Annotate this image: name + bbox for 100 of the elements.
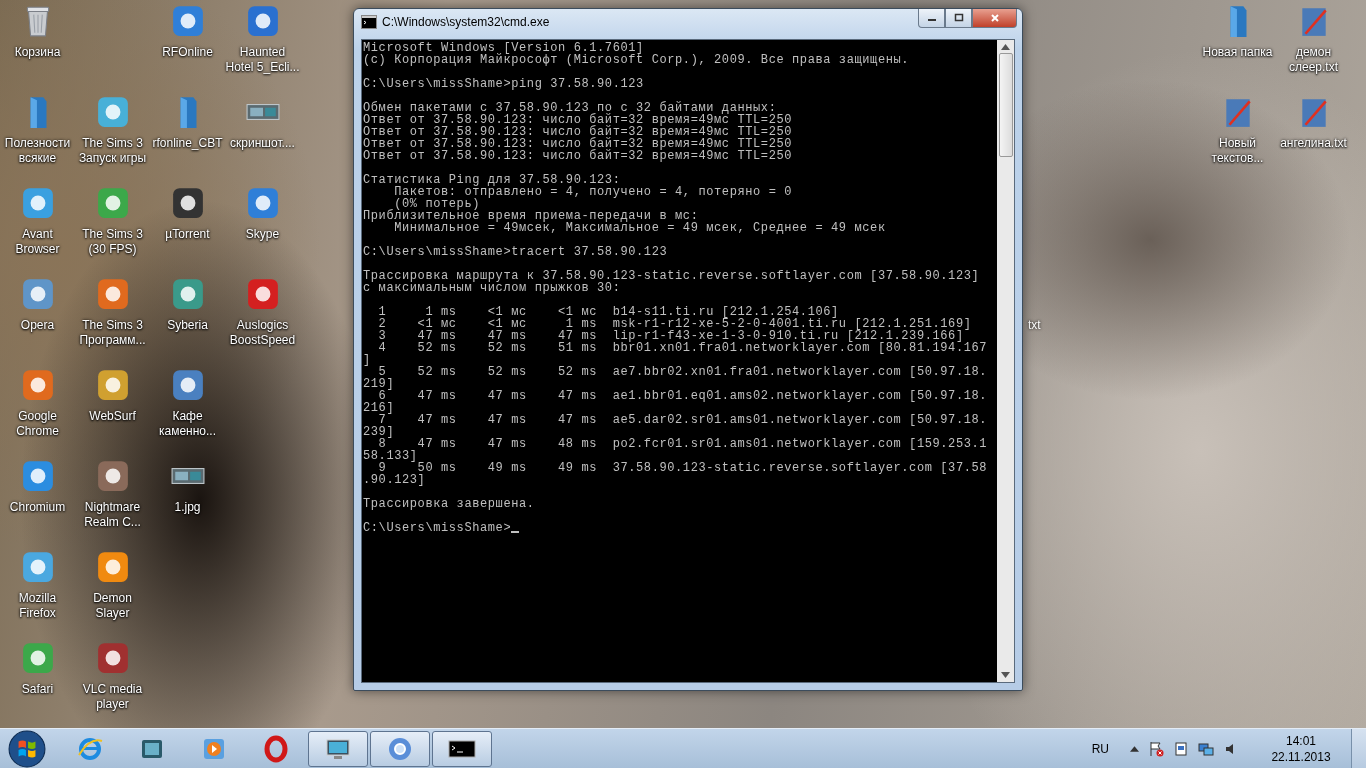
clock-time: 14:01	[1286, 732, 1316, 749]
scroll-down-icon[interactable]	[1001, 672, 1010, 678]
console-line: C:\Users\missShame>tracert 37.58.90.123	[363, 246, 669, 258]
scroll-up-icon[interactable]	[1001, 44, 1010, 50]
icon-label[interactable]: 1.jpg	[150, 500, 225, 515]
console-line: (c) Корпорация Майкрософт (Microsoft Corp.), 2009. Все права защищены.	[363, 54, 911, 66]
app-icon[interactable]	[95, 641, 130, 675]
close-button[interactable]	[972, 9, 1017, 28]
close-icon	[989, 13, 1000, 23]
icon-label[interactable]: Demon Slayer	[75, 591, 150, 621]
console-line: Минимальное = 49мсек, Максимальное = 49 мсек, Среднее = 49 мсек	[394, 222, 887, 234]
icon-label[interactable]: скриншот....	[225, 136, 300, 151]
icon-label[interactable]: Новый текстов...	[1200, 136, 1275, 166]
icon-label[interactable]: Safari	[0, 682, 75, 697]
window-title: C:\Windows\system32\cmd.exe	[382, 15, 550, 29]
icon-label[interactable]: Opera	[0, 318, 75, 333]
console-line: Ответ от 37.58.90.123: число байт=32 время=49мс TTL=250	[363, 138, 794, 150]
console-line: (0% потерь)	[394, 198, 481, 210]
icon-label[interactable]: Avant Browser	[0, 227, 75, 257]
scrollbar-thumb[interactable]	[998, 53, 1013, 157]
console-line: 5 52 ms 52 ms 52 ms ae7.bbr02.xn01.fra01.networklayer.com [50.97.18.	[378, 366, 989, 378]
app-icon[interactable]	[95, 368, 130, 402]
icon-label[interactable]: Google Chrome	[0, 409, 75, 439]
icon-label[interactable]: демон слеер.txt	[1276, 45, 1351, 75]
minimize-button[interactable]	[918, 9, 945, 28]
icon-label[interactable]: RFOnline	[150, 45, 225, 60]
console-line: 216]	[363, 402, 396, 414]
icon-label[interactable]: WebSurf	[75, 409, 150, 424]
icon-label[interactable]: Кафе каменно...	[150, 409, 225, 439]
icon-label[interactable]: ангелина.txt	[1276, 136, 1351, 151]
text-cursor-icon	[511, 531, 520, 533]
icon-label[interactable]: µTorrent	[150, 227, 225, 242]
maximize-icon	[953, 13, 964, 23]
console-line: .90.123]	[363, 474, 427, 486]
icon-label[interactable]: Корзина	[0, 45, 75, 60]
start-button[interactable]	[8, 729, 46, 768]
console-line: 1 1 ms <1 мс <1 мс b14-s11.ti.ru [212.1.254.106]	[377, 306, 839, 318]
console-line: Трассировка завершена.	[363, 498, 536, 510]
app-icon[interactable]	[170, 368, 205, 402]
icon-label[interactable]: Nightmare Realm C...	[75, 500, 150, 530]
icon-label[interactable]: Haunted Hotel 5_Ecli...	[225, 45, 300, 75]
console-line: 4 52 ms 52 ms 51 ms bbr01.xn01.fra01.networklayer.com [80.81.194.167	[377, 342, 989, 354]
icon-label[interactable]: Syberia	[150, 318, 225, 333]
clock[interactable]: 14:01 22.11.2013	[1260, 732, 1342, 765]
console-line: 7 47 ms 47 ms 47 ms ae5.dar02.sr01.ams01.networklayer.com [50.97.18.	[378, 414, 989, 426]
app-icon[interactable]	[95, 459, 130, 493]
console-line: 2 <1 мс <1 мс 1 ms msk-r1-r12-xe-5-2-0-4001.ti.ru [212.1.251.169]	[377, 318, 973, 330]
console-line: Приблизительное время приема-передачи в мс:	[363, 210, 700, 222]
console-line: Microsoft Windows [Version 6.1.7601]	[363, 42, 645, 54]
app-icon[interactable]	[95, 550, 130, 584]
icon-label[interactable]: Auslogics BoostSpeed	[225, 318, 300, 348]
app-icon[interactable]	[170, 186, 205, 220]
icon-label[interactable]: txt	[1028, 318, 1041, 333]
app-icon[interactable]	[20, 459, 55, 493]
console-line: 3 47 ms 47 ms 47 ms lip-r1-f43-xe-1-3-0-910.ti.ru [212.1.239.166]	[377, 330, 964, 342]
console-line: 239]	[363, 426, 396, 438]
console-line: C:\Users\missShame>ping 37.58.90.123	[363, 78, 645, 90]
clock-date: 22.11.2013	[1271, 748, 1331, 765]
icon-label[interactable]: Новая папка	[1200, 45, 1275, 60]
console-line: Ответ от 37.58.90.123: число байт=32 время=49мс TTL=250	[363, 126, 794, 138]
icon-label[interactable]: Полезности всякие	[0, 136, 75, 166]
show-hidden-icons-button[interactable]	[1130, 745, 1139, 752]
console-line: 219]	[363, 378, 396, 390]
network-icon[interactable]	[1198, 740, 1214, 757]
icon-label[interactable]: Mozilla Firefox	[0, 591, 75, 621]
app-icon[interactable]	[95, 277, 130, 311]
taskbar-button[interactable]	[308, 730, 368, 767]
console-line: 9 50 ms 49 ms 49 ms 37.58.90.123-static.reverse.softlayer.com [37.58	[378, 462, 989, 474]
console-line: 6 47 ms 47 ms 47 ms ae1.bbr01.eq01.ams02.networklayer.com [50.97.18.	[378, 390, 989, 402]
maximize-button[interactable]	[945, 9, 972, 28]
taskbar-button[interactable]	[432, 730, 492, 767]
console-prompt: C:\Users\missShame>	[363, 522, 512, 534]
console-line: Ответ от 37.58.90.123: число байт=32 время=49мс TTL=250	[363, 150, 794, 162]
icon-label[interactable]: Skype	[225, 227, 300, 242]
icon-label[interactable]: The Sims 3 Программ...	[75, 318, 150, 348]
console-line: 58.133]	[363, 450, 419, 462]
console-line: Трассировка маршрута к 37.58.90.123-static.reverse.softlayer.com [37.58.90.123]	[363, 270, 981, 282]
vertical-scrollbar[interactable]	[997, 40, 1014, 682]
icon-label[interactable]: The Sims 3 Запуск игры	[75, 136, 150, 166]
console-line: Ответ от 37.58.90.123: число байт=32 время=49мс TTL=250	[363, 114, 794, 126]
language-indicator[interactable]: RU	[1091, 741, 1109, 756]
console-line: Статистика Ping для 37.58.90.123:	[363, 174, 622, 186]
icon-label[interactable]: rfonline_CBT	[150, 136, 225, 151]
app-icon[interactable]	[170, 277, 205, 311]
console-line: 8 47 ms 47 ms 48 ms po2.fcr01.sr01.ams01.networklayer.com [159.253.1	[378, 438, 989, 450]
show-desktop-button[interactable]	[1351, 728, 1366, 768]
console-line: Пакетов: отправлено = 4, получено = 4, потеряно = 0	[393, 186, 794, 198]
opera-o-icon	[262, 734, 290, 763]
app-icon[interactable]	[20, 550, 55, 584]
console-icon	[361, 14, 377, 30]
icon-label[interactable]: Chromium	[0, 500, 75, 515]
app-icon[interactable]	[20, 368, 55, 402]
app-icon[interactable]	[245, 277, 280, 311]
icon-label[interactable]: VLC media player	[75, 682, 150, 712]
console-line: с максимальным числом прыжков 30:	[363, 282, 621, 294]
console-line: ]	[363, 354, 372, 366]
device-icon[interactable]	[1173, 740, 1189, 757]
flag-icon[interactable]	[1148, 740, 1164, 757]
console-line: Обмен пакетами с 37.58.90.123 по с 32 байтами данных:	[363, 102, 777, 114]
icon-label[interactable]: The Sims 3 (30 FPS)	[75, 227, 150, 257]
